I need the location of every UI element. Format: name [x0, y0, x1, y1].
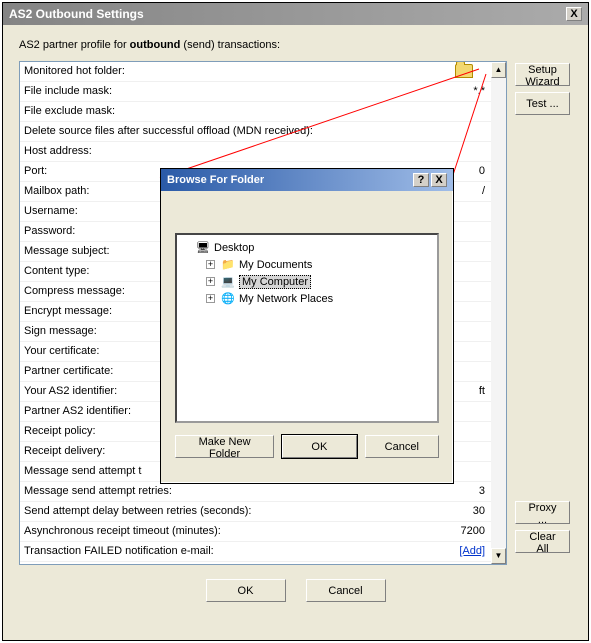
settings-row-link[interactable]: [Add]	[459, 542, 487, 561]
settings-row-label: Content type:	[24, 262, 89, 281]
settings-row-value	[485, 402, 487, 421]
settings-row-label: Transaction FAILED notification e-mail:	[24, 542, 214, 561]
network-icon: 🌐	[220, 292, 236, 306]
settings-row-label: Username:	[24, 202, 78, 221]
dialog-ok-button[interactable]: OK	[282, 435, 356, 458]
settings-row-value	[485, 262, 487, 281]
settings-row-label: File exclude mask:	[24, 102, 115, 121]
settings-row-value	[485, 202, 487, 221]
proxy-button[interactable]: Proxy ...	[515, 501, 570, 524]
settings-row-value: 7200	[461, 522, 487, 541]
settings-row-value	[485, 222, 487, 241]
settings-row[interactable]: Delete source files after successful off…	[20, 122, 491, 142]
close-button[interactable]: X	[566, 7, 582, 21]
settings-row-value	[485, 342, 487, 361]
settings-row[interactable]: File include mask: *.*	[20, 82, 491, 102]
settings-row-value	[485, 362, 487, 381]
settings-row-label: Compress message:	[24, 282, 125, 301]
settings-row-label: Message send attempt retries:	[24, 482, 172, 501]
tree-node-my-network[interactable]: My Network Places	[239, 293, 333, 305]
window-title: AS2 Outbound Settings	[9, 7, 144, 21]
settings-row-label: Mailbox path:	[24, 182, 89, 201]
page-description: AS2 partner profile for outbound (send) …	[3, 25, 588, 61]
make-new-folder-button[interactable]: Make New Folder	[175, 435, 274, 458]
settings-row-label: Host address:	[24, 142, 92, 161]
browse-for-folder-dialog: Browse For Folder ? X 🖥 Desktop + 📁 My D…	[160, 168, 454, 484]
expand-icon[interactable]: +	[206, 277, 215, 286]
settings-row-label: Partner AS2 identifier:	[24, 402, 131, 421]
settings-row[interactable]: Host address:	[20, 142, 491, 162]
settings-row-value: *.*	[473, 82, 487, 101]
settings-row-label: Password:	[24, 222, 75, 241]
folder-tree[interactable]: 🖥 Desktop + 📁 My Documents + 💻 My Comput…	[175, 233, 439, 423]
computer-icon: 💻	[220, 275, 236, 289]
settings-row-label: Message send attempt t	[24, 462, 141, 481]
ok-button[interactable]: OK	[206, 579, 286, 602]
scroll-down-icon[interactable]: ▼	[491, 548, 506, 564]
settings-row-label: Message subject:	[24, 242, 110, 261]
browse-folder-icon[interactable]	[455, 64, 473, 78]
dialog-cancel-button[interactable]: Cancel	[365, 435, 439, 458]
settings-row-value: 0	[479, 162, 487, 181]
settings-row-value	[485, 462, 487, 481]
settings-row-value: 3	[479, 482, 487, 501]
dialog-close-button[interactable]: X	[431, 173, 447, 187]
expand-icon[interactable]: +	[206, 260, 215, 269]
settings-row-value: /	[482, 182, 487, 201]
settings-row-value	[485, 302, 487, 321]
test-button[interactable]: Test ...	[515, 92, 570, 115]
settings-row[interactable]: Asynchronous receipt timeout (minutes): 7…	[20, 522, 491, 542]
settings-row-value: 30	[473, 502, 487, 521]
settings-row-value	[485, 442, 487, 461]
settings-row-value: ft	[479, 382, 487, 401]
settings-row-label: Send attempt delay between retries (seco…	[24, 502, 251, 521]
settings-row[interactable]: Transaction SUCCESS notification e-mail:…	[20, 562, 491, 565]
settings-row-value	[485, 102, 487, 121]
scroll-up-icon[interactable]: ▲	[491, 62, 506, 78]
tree-node-desktop[interactable]: Desktop	[214, 242, 254, 254]
settings-row-value	[485, 122, 487, 141]
settings-row-label: Delete source files after successful off…	[24, 122, 313, 141]
settings-row-value	[485, 142, 487, 161]
settings-row-label: Receipt policy:	[24, 422, 96, 441]
dialog-help-button[interactable]: ?	[413, 173, 429, 187]
settings-row[interactable]: Monitored hot folder:	[20, 62, 491, 82]
scroll-track[interactable]	[491, 78, 506, 548]
settings-row[interactable]: File exclude mask:	[20, 102, 491, 122]
settings-row[interactable]: Message send attempt retries: 3	[20, 482, 491, 502]
scrollbar[interactable]: ▲ ▼	[491, 61, 507, 565]
expand-icon[interactable]: +	[206, 294, 215, 303]
settings-row[interactable]: Transaction FAILED notification e-mail: […	[20, 542, 491, 562]
settings-row-label: Your certificate:	[24, 342, 99, 361]
setup-wizard-button[interactable]: Setup Wizard	[515, 63, 570, 86]
settings-row-label: Port:	[24, 162, 47, 181]
desktop-icon: 🖥	[195, 241, 211, 255]
settings-row-label: Partner certificate:	[24, 362, 113, 381]
settings-row-value	[485, 242, 487, 261]
settings-row-label: Monitored hot folder:	[24, 62, 125, 81]
settings-row-value	[485, 322, 487, 341]
clear-all-button[interactable]: Clear All	[515, 530, 570, 553]
settings-row-label: Transaction SUCCESS notification e-mail:	[24, 562, 229, 565]
settings-row-label: Your AS2 identifier:	[24, 382, 117, 401]
settings-row-label: Encrypt message:	[24, 302, 112, 321]
settings-row-label: File include mask:	[24, 82, 112, 101]
settings-row-value	[485, 422, 487, 441]
settings-row-label: Asynchronous receipt timeout (minutes):	[24, 522, 221, 541]
settings-row-label: Sign message:	[24, 322, 97, 341]
tree-node-my-computer[interactable]: My Computer	[239, 275, 311, 289]
settings-row-value	[485, 62, 487, 81]
settings-row[interactable]: Send attempt delay between retries (seco…	[20, 502, 491, 522]
dialog-title: Browse For Folder	[167, 174, 264, 186]
settings-row-link[interactable]: [Add]	[459, 562, 487, 565]
settings-row-value	[485, 282, 487, 301]
settings-row-label: Receipt delivery:	[24, 442, 105, 461]
folder-icon: 📁	[220, 258, 236, 272]
tree-node-my-documents[interactable]: My Documents	[239, 259, 312, 271]
cancel-button[interactable]: Cancel	[306, 579, 386, 602]
